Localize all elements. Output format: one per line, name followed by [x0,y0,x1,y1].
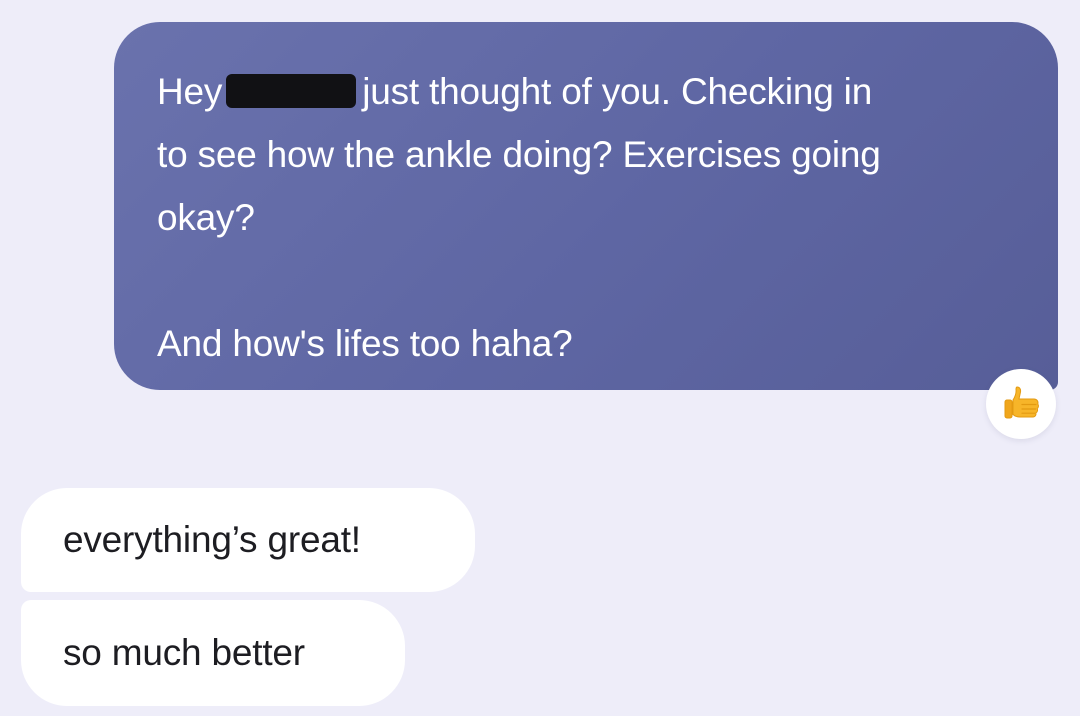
message-text: so much better [63,632,305,673]
incoming-message-bubble[interactable]: everything’s great! [21,488,475,592]
message-line: And how's lifes too haha? [157,323,573,364]
redacted-name [226,74,357,108]
chat-thread: Hey just thought of you. Checking in to s… [0,0,1080,716]
message-line: Hey just thought of you. Checking in [157,60,1018,123]
message-text: everything’s great! [63,519,361,560]
message-line: okay? [157,197,255,238]
outgoing-message-bubble[interactable]: Hey just thought of you. Checking in to s… [114,22,1058,390]
greeting-text: Hey [157,71,223,112]
incoming-message-bubble[interactable]: so much better [21,600,405,706]
thumbs-up-icon [1004,386,1039,419]
message-text: just thought of you. Checking in [362,71,873,112]
reaction-badge[interactable] [986,369,1056,439]
message-line: to see how the ankle doing? Exercises go… [157,134,881,175]
